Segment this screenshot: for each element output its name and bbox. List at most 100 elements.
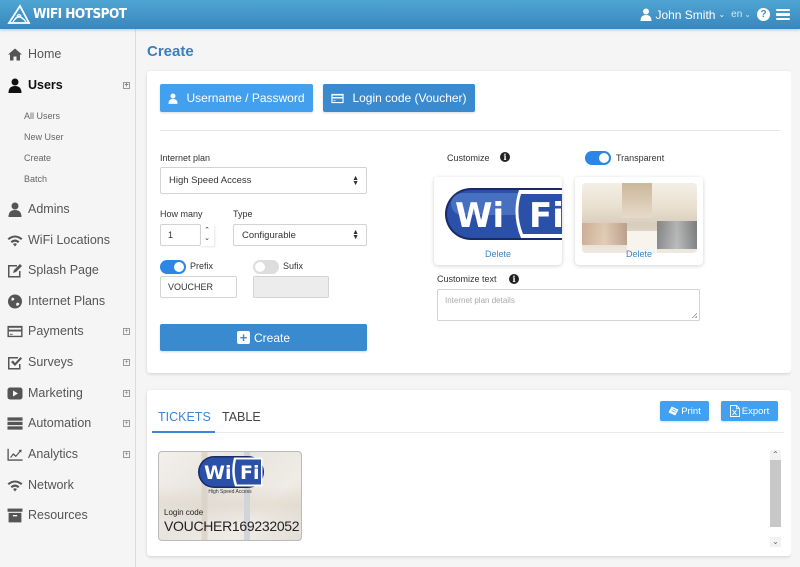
how-many-value: 1 (168, 230, 174, 240)
chevron-up-icon[interactable]: ⌃ (204, 227, 210, 235)
resize-handle[interactable] (690, 311, 697, 318)
create-button[interactable]: + Create (160, 324, 367, 351)
prefix-toggle[interactable] (160, 260, 186, 274)
language-selector[interactable]: en ⌄ (731, 9, 751, 20)
voucher-button[interactable]: Login code (Voucher) (323, 84, 475, 112)
transparent-toggle[interactable] (585, 151, 611, 165)
svg-text:Fi: Fi (240, 462, 260, 484)
sidebar-item-label: Resources (28, 508, 88, 522)
expand-icon[interactable]: + (123, 358, 130, 366)
expand-icon[interactable]: + (123, 450, 130, 458)
home-icon (6, 46, 24, 62)
sidebar-item-wifi-locations[interactable]: WiFi Locations (0, 227, 136, 253)
server-icon (6, 415, 24, 431)
create-form-card: Username / Password Login code (Voucher)… (147, 71, 791, 373)
chevron-up-icon[interactable]: ⌃ (770, 450, 781, 460)
how-many-stepper[interactable]: 1 ⌃ ⌄ (160, 224, 216, 246)
sidebar-item-marketing[interactable]: Marketing + (0, 380, 136, 406)
store-background-image (582, 183, 697, 253)
background-delete-link[interactable]: Delete (575, 249, 703, 259)
line-chart-icon (6, 446, 24, 462)
internet-plan-label: Internet plan (160, 153, 211, 163)
expand-icon[interactable]: + (123, 327, 130, 335)
select-arrows-icon: ▲ ▼ (352, 229, 359, 241)
username-password-button[interactable]: Username / Password (160, 84, 313, 112)
wifi-icon (6, 477, 24, 493)
logo-image-card: Wi Fi Delete (434, 177, 562, 265)
export-button[interactable]: Export (721, 401, 778, 421)
submenu-new-user[interactable]: New User (24, 132, 64, 142)
sidebar-item-label: Splash Page (28, 263, 99, 277)
sidebar-item-resources[interactable]: Resources (0, 502, 136, 528)
play-icon (6, 385, 24, 401)
expand-icon[interactable]: + (123, 419, 130, 427)
user-icon (6, 201, 24, 217)
help-icon[interactable]: ? (757, 8, 770, 21)
sidebar-item-admins[interactable]: Admins (0, 196, 136, 222)
tab-table[interactable]: TABLE (222, 410, 261, 424)
sidebar-item-splash-page[interactable]: Splash Page (0, 257, 136, 283)
brand[interactable]: WIFI HOTSPOT (7, 3, 137, 25)
sidebar-item-surveys[interactable]: Surveys + (0, 349, 136, 375)
internet-plan-value: High Speed Access (169, 175, 252, 186)
sidebar-item-automation[interactable]: Automation + (0, 410, 136, 436)
suffix-toggle[interactable] (253, 260, 279, 274)
voucher-ticket[interactable]: Wi Fi High Speed Access Login code VOUCH… (158, 451, 302, 541)
sidebar-item-label: Admins (28, 202, 70, 216)
sidebar-item-label: Users (28, 78, 63, 92)
sidebar-item-users[interactable]: Users + (0, 72, 136, 98)
stepper-arrows[interactable]: ⌃ ⌄ (200, 224, 214, 246)
background-image-card: Delete (575, 177, 703, 265)
button-label: Login code (Voucher) (352, 91, 467, 105)
sidebar-item-label: Home (28, 47, 62, 61)
user-menu[interactable]: John Smith ⌄ (640, 8, 725, 22)
ticket-plan: High Speed Access (208, 489, 252, 495)
tab-divider (152, 432, 784, 433)
info-icon[interactable]: i (509, 274, 519, 284)
tab-tickets[interactable]: TICKETS (158, 410, 211, 424)
print-button[interactable]: Print (660, 401, 709, 421)
info-icon[interactable]: i (500, 152, 510, 162)
how-many-input[interactable]: 1 (160, 224, 201, 246)
results-card: TICKETS TABLE Print Export Wi Fi High Sp… (147, 390, 791, 556)
sidebar-item-analytics[interactable]: Analytics + (0, 441, 136, 467)
expand-icon[interactable]: + (123, 389, 130, 397)
svg-text:Fi: Fi (529, 196, 562, 236)
brand-name: WIFI HOTSPOT (33, 6, 127, 22)
user-icon (640, 8, 652, 21)
sidebar-item-label: Internet Plans (28, 294, 106, 308)
submenu-all-users[interactable]: All Users (24, 111, 60, 121)
type-select[interactable]: Configurable ▲ ▼ (233, 224, 367, 246)
sidebar-item-payments[interactable]: Payments + (0, 318, 136, 344)
ticket-code-label: Login code (164, 508, 204, 517)
prefix-input[interactable]: VOUCHER (160, 276, 237, 298)
svg-text:Wi: Wi (204, 462, 231, 484)
customize-text-input[interactable]: Internet plan details (437, 289, 700, 321)
submenu-create[interactable]: Create (24, 153, 51, 163)
sidebar-item-network[interactable]: Network (0, 472, 136, 498)
suffix-input[interactable] (253, 276, 329, 298)
chevron-down-icon[interactable]: ⌄ (204, 235, 210, 243)
sidebar-item-label: Marketing (28, 386, 83, 400)
checkbox-icon (6, 354, 24, 370)
internet-plan-select[interactable]: High Speed Access ▲ ▼ (160, 167, 367, 194)
sidebar-item-internet-plans[interactable]: Internet Plans (0, 288, 136, 314)
archive-icon (6, 507, 24, 523)
ticket-code: VOUCHER169232052 (164, 518, 300, 534)
logo-delete-link[interactable]: Delete (434, 249, 562, 259)
wifi-icon (6, 232, 24, 248)
button-label: Print (681, 405, 701, 417)
tickets-scrollbar[interactable]: ⌃ ⌄ (770, 450, 781, 547)
chevron-down-icon[interactable]: ⌄ (770, 537, 781, 547)
page-scrollbar[interactable] (791, 29, 800, 567)
sidebar-item-label: Analytics (28, 447, 79, 461)
type-label: Type (233, 209, 253, 219)
sidebar-item-home[interactable]: Home (0, 41, 136, 67)
menu-icon[interactable] (776, 8, 790, 21)
ticket-icon (668, 406, 679, 416)
submenu-batch[interactable]: Batch (24, 174, 47, 184)
expand-icon[interactable]: + (123, 81, 130, 89)
chevron-down-icon: ⌄ (718, 10, 726, 19)
scrollbar-thumb[interactable] (770, 460, 781, 527)
wifi-logo-icon (7, 4, 31, 24)
